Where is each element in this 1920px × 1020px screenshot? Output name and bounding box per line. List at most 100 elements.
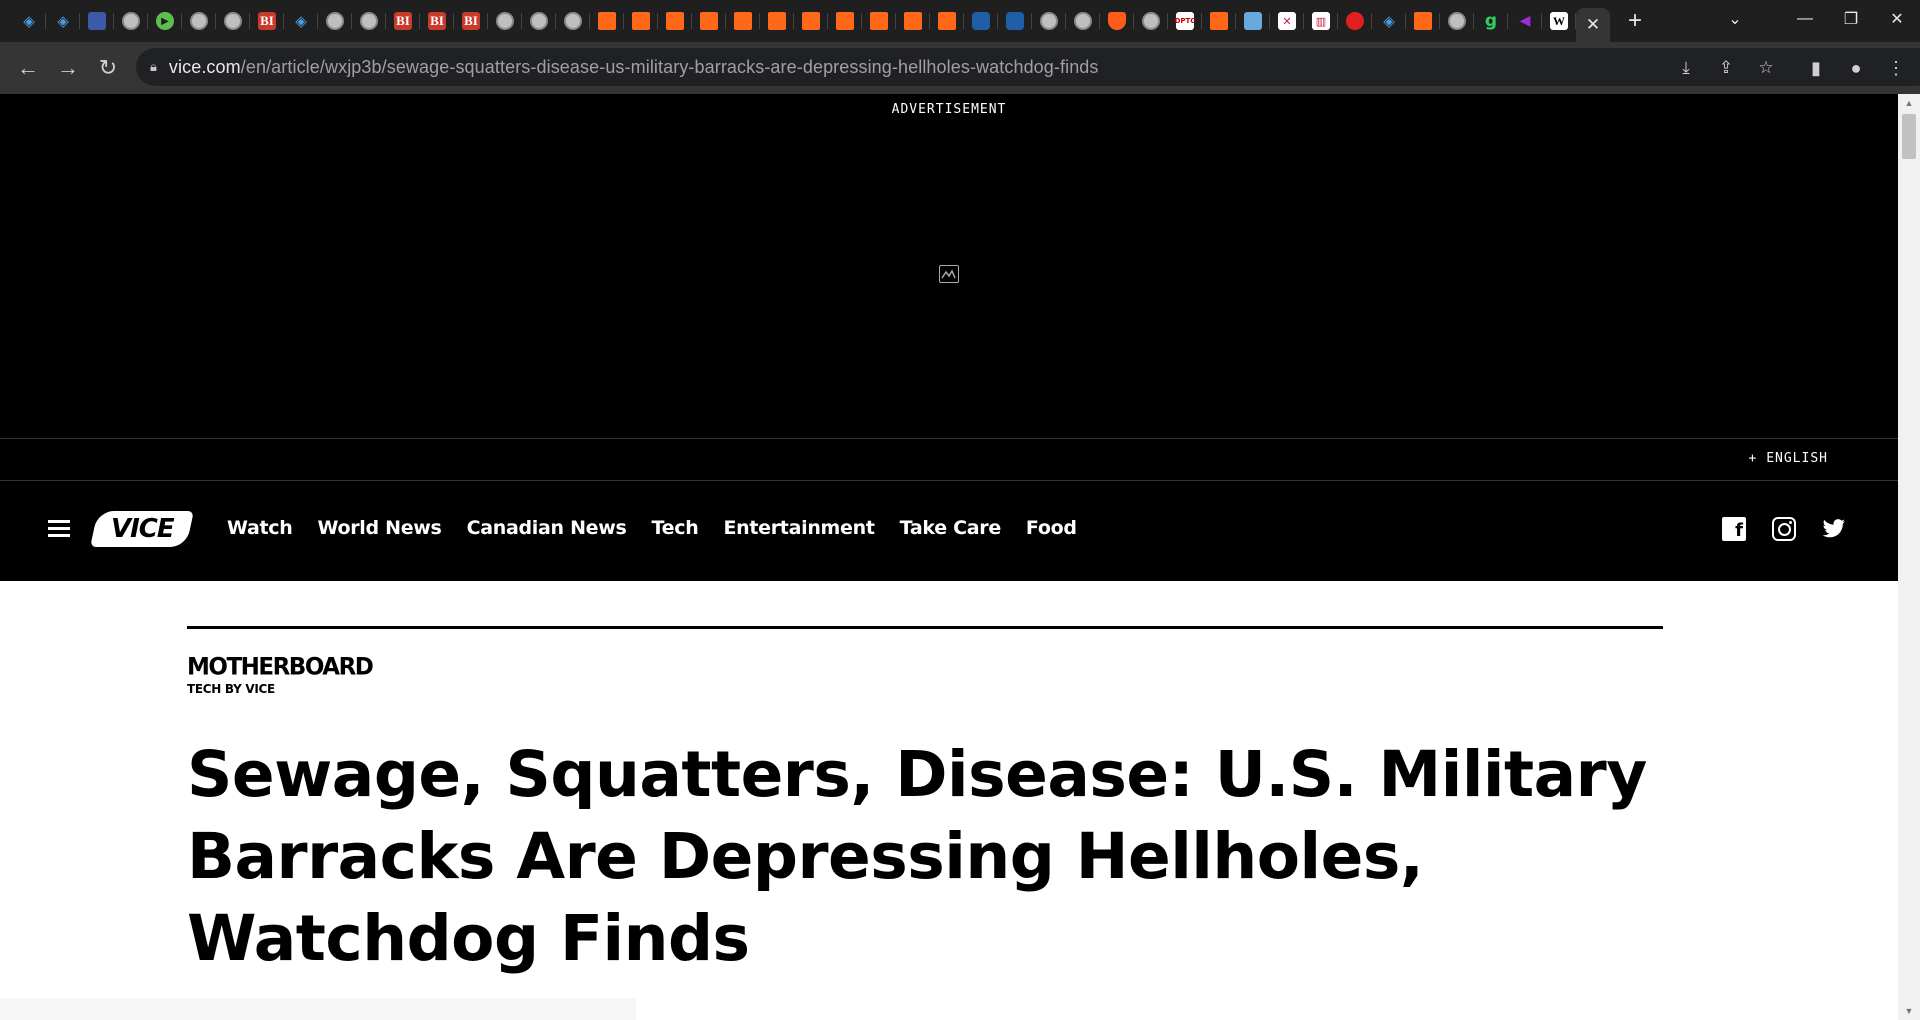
substack-icon xyxy=(904,12,922,30)
profile-icon[interactable]: ● xyxy=(1836,48,1876,88)
browser-tab[interactable]: ✕ xyxy=(1270,0,1304,42)
browser-tab[interactable] xyxy=(80,0,114,42)
browser-tab[interactable]: ◀ xyxy=(1508,0,1542,42)
shield-icon: ◈ xyxy=(1383,12,1395,30)
nav-link-watch[interactable]: Watch xyxy=(227,517,293,539)
browser-tab[interactable]: ◈ xyxy=(1372,0,1406,42)
browser-tab[interactable]: BI xyxy=(250,0,284,42)
browser-tab[interactable] xyxy=(114,0,148,42)
globe-icon xyxy=(1074,12,1092,30)
substack-icon xyxy=(938,12,956,30)
nav-link-entertainment[interactable]: Entertainment xyxy=(723,517,874,539)
browser-tab[interactable] xyxy=(1440,0,1474,42)
lock-icon[interactable]: 🔒︎ xyxy=(150,59,157,75)
side-panel-icon[interactable]: ▮ xyxy=(1796,48,1836,88)
browser-tab[interactable] xyxy=(658,0,692,42)
browser-tab[interactable]: BI xyxy=(454,0,488,42)
scroll-thumb[interactable] xyxy=(1902,114,1916,159)
new-tab-button[interactable]: + xyxy=(1618,0,1652,42)
browser-tab[interactable] xyxy=(1236,0,1270,42)
back-button[interactable]: ← xyxy=(8,48,48,88)
browser-tab[interactable] xyxy=(1134,0,1168,42)
browser-tab[interactable] xyxy=(760,0,794,42)
twitter-icon[interactable] xyxy=(1822,517,1846,541)
browser-tab[interactable] xyxy=(1202,0,1236,42)
browser-tab[interactable]: W xyxy=(1542,0,1576,42)
g-icon: g xyxy=(1484,11,1498,31)
browser-tab[interactable] xyxy=(556,0,590,42)
browser-tab[interactable] xyxy=(488,0,522,42)
section-divider xyxy=(187,626,1663,629)
language-selector[interactable]: + ENGLISH xyxy=(1749,451,1828,466)
nav-link-take-care[interactable]: Take Care xyxy=(900,517,1002,539)
hamburger-menu-icon[interactable] xyxy=(48,520,70,537)
browser-tab[interactable] xyxy=(726,0,760,42)
scroll-down-arrow[interactable]: ▼ xyxy=(1898,1002,1920,1020)
nav-link-canadian-news[interactable]: Canadian News xyxy=(467,517,627,539)
browser-tab[interactable] xyxy=(590,0,624,42)
facebook-icon[interactable]: f xyxy=(1722,517,1746,541)
browser-tab[interactable] xyxy=(1100,0,1134,42)
ad-label: ADVERTISEMENT xyxy=(891,102,1007,117)
browser-tab[interactable]: ◈ xyxy=(12,0,46,42)
vice-logo[interactable]: VICE xyxy=(90,511,194,547)
active-tab[interactable]: ✕ xyxy=(1576,8,1610,42)
page-scrollbar[interactable]: ▲ ▼ xyxy=(1898,94,1920,1020)
w-icon: W xyxy=(1550,12,1568,30)
bookmark-star-icon[interactable]: ☆ xyxy=(1746,58,1786,78)
vice-logo-text: VICE xyxy=(110,514,174,544)
url-text[interactable]: vice.com/en/article/wxjp3b/sewage-squatt… xyxy=(169,57,1099,78)
forward-button[interactable]: → xyxy=(48,48,88,88)
tab-search-button[interactable]: ⌄ xyxy=(1712,0,1758,38)
install-icon[interactable]: ⤓ xyxy=(1666,58,1706,78)
browser-tab[interactable]: BI xyxy=(386,0,420,42)
scroll-up-arrow[interactable]: ▲ xyxy=(1898,94,1920,112)
browser-tab[interactable]: ▥ xyxy=(1304,0,1338,42)
restore-button[interactable]: ❐ xyxy=(1828,0,1874,38)
browser-tab[interactable]: ▶ xyxy=(148,0,182,42)
globe-icon xyxy=(564,12,582,30)
minimize-button[interactable]: — xyxy=(1782,0,1828,38)
browser-tab[interactable] xyxy=(1338,0,1372,42)
browser-tab[interactable] xyxy=(1406,0,1440,42)
browser-tab[interactable] xyxy=(318,0,352,42)
browser-tab[interactable] xyxy=(1066,0,1100,42)
browser-tab[interactable] xyxy=(862,0,896,42)
close-tab-icon[interactable]: ✕ xyxy=(1586,15,1600,35)
motherboard-tagline: TECH BY VICE xyxy=(187,682,275,696)
nav-link-world-news[interactable]: World News xyxy=(317,517,441,539)
browser-tab[interactable] xyxy=(794,0,828,42)
browser-tab[interactable] xyxy=(352,0,386,42)
browser-tab[interactable] xyxy=(522,0,556,42)
browser-tab[interactable]: ◈ xyxy=(284,0,318,42)
browser-tab[interactable] xyxy=(692,0,726,42)
browser-tab[interactable] xyxy=(828,0,862,42)
bookshelf-icon: ▥ xyxy=(1312,12,1330,30)
nav-link-food[interactable]: Food xyxy=(1026,517,1077,539)
browser-tab[interactable] xyxy=(998,0,1032,42)
reload-button[interactable]: ↻ xyxy=(88,48,128,88)
share-icon[interactable]: ⇪ xyxy=(1706,58,1746,78)
browser-tab[interactable]: BI xyxy=(420,0,454,42)
browser-tab[interactable] xyxy=(216,0,250,42)
browser-tab[interactable] xyxy=(930,0,964,42)
browser-tab[interactable] xyxy=(1032,0,1066,42)
browser-tab[interactable] xyxy=(182,0,216,42)
instagram-icon[interactable] xyxy=(1772,517,1796,541)
address-bar[interactable]: 🔒︎ vice.com/en/article/wxjp3b/sewage-squ… xyxy=(136,48,1920,86)
browser-tab[interactable]: ◈ xyxy=(46,0,80,42)
motherboard-logo[interactable]: MOTHERBOARD xyxy=(187,653,374,680)
browser-tab[interactable] xyxy=(624,0,658,42)
cube-icon xyxy=(972,12,990,30)
close-window-button[interactable]: ✕ xyxy=(1874,0,1920,38)
nav-link-tech[interactable]: Tech xyxy=(652,517,699,539)
bi-icon: BI xyxy=(258,12,276,30)
browser-tab[interactable]: DPTC xyxy=(1168,0,1202,42)
advertisement[interactable]: ADVERTISEMENT xyxy=(0,94,1898,438)
browser-tab[interactable]: g xyxy=(1474,0,1508,42)
browser-tab[interactable] xyxy=(896,0,930,42)
menu-icon[interactable]: ⋮ xyxy=(1876,48,1916,88)
browser-tab[interactable] xyxy=(964,0,998,42)
status-bubble xyxy=(0,998,636,1020)
url-path: /en/article/wxjp3b/sewage-squatters-dise… xyxy=(240,56,1099,77)
